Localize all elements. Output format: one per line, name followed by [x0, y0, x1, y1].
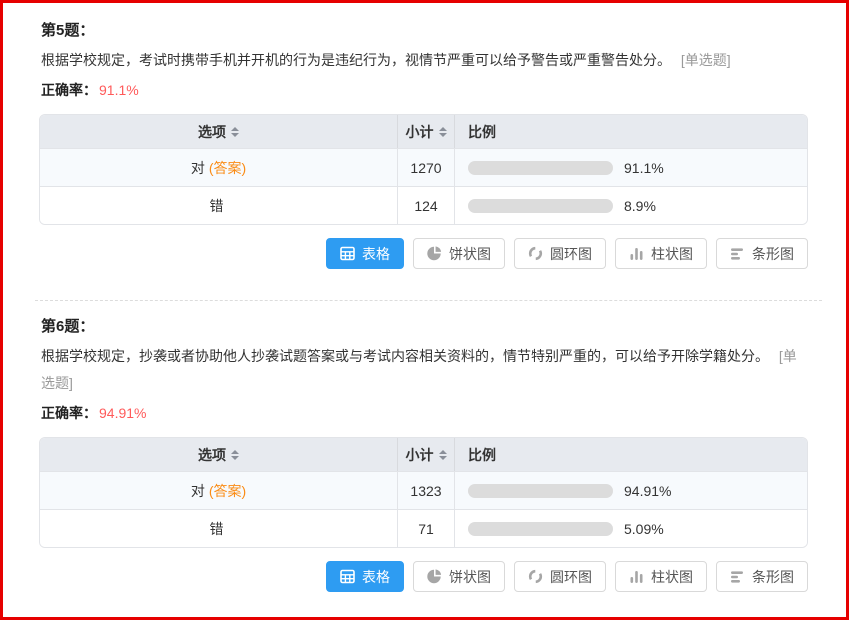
option-cell: 对 (答案): [40, 149, 397, 186]
results-table: 选项 小计 比例 对 (答案) 1323: [39, 437, 808, 548]
sort-icon[interactable]: [231, 450, 239, 460]
table-view-button[interactable]: 表格: [326, 561, 404, 592]
table-header-row: 选项 小计 比例: [40, 438, 807, 471]
ring-chart-button[interactable]: 圆环图: [514, 561, 606, 592]
table-header-row: 选项 小计 比例: [40, 115, 807, 148]
ratio-bar-track: [468, 484, 613, 498]
ratio-cell: 8.9%: [454, 187, 807, 224]
table-view-button[interactable]: 表格: [326, 238, 404, 269]
pie-chart-button[interactable]: 饼状图: [413, 561, 505, 592]
table-icon: [340, 246, 355, 261]
bar-chart-button[interactable]: 条形图: [716, 561, 808, 592]
ratio-bar-track: [468, 161, 613, 175]
ratio-bar-track: [468, 199, 613, 213]
column-chart-button[interactable]: 柱状图: [615, 561, 707, 592]
ring-chart-icon: [528, 569, 543, 584]
ratio-cell: 91.1%: [454, 149, 807, 186]
table-row: 错 124 8.9%: [40, 186, 807, 224]
column-chart-button[interactable]: 柱状图: [615, 238, 707, 269]
chart-type-toolbar: 表格 饼状图 圆环图 柱状图 条形图: [39, 561, 808, 592]
column-chart-icon: [629, 569, 644, 584]
ratio-cell: 5.09%: [454, 510, 807, 547]
results-table: 选项 小计 比例 对 (答案) 1270: [39, 114, 808, 225]
count-cell: 1270: [397, 149, 454, 186]
column-header-option[interactable]: 选项: [40, 438, 397, 471]
survey-results-panel: 第5题： 根据学校规定，考试时携带手机并开机的行为是违纪行为，视情节严重可以给予…: [0, 0, 849, 620]
column-header-option[interactable]: 选项: [40, 115, 397, 148]
pie-chart-button[interactable]: 饼状图: [413, 238, 505, 269]
sort-icon[interactable]: [439, 127, 447, 137]
option-cell: 错: [40, 510, 397, 547]
ratio-percent: 91.1%: [624, 160, 664, 176]
chart-type-toolbar: 表格 饼状图 圆环图 柱状图 条形图: [39, 238, 808, 269]
correct-rate: 正确率：91.1%: [41, 80, 808, 100]
column-header-count[interactable]: 小计: [397, 115, 454, 148]
question-text-body: 根据学校规定，抄袭或者协助他人抄袭试题答案或与考试内容相关资料的，情节特别严重的…: [41, 348, 769, 364]
sort-icon[interactable]: [439, 450, 447, 460]
answer-tag: (答案): [209, 481, 246, 501]
question-type-tag: [单选题]: [681, 52, 731, 68]
section-divider: [35, 300, 822, 301]
count-cell: 1323: [397, 472, 454, 509]
correct-rate-label: 正确率：: [41, 82, 97, 98]
question-text: 根据学校规定，抄袭或者协助他人抄袭试题答案或与考试内容相关资料的，情节特别严重的…: [41, 343, 797, 397]
option-cell: 对 (答案): [40, 472, 397, 509]
table-row: 对 (答案) 1270 91.1%: [40, 148, 807, 186]
bar-chart-icon: [730, 246, 745, 261]
column-header-count[interactable]: 小计: [397, 438, 454, 471]
ratio-percent: 94.91%: [624, 483, 671, 499]
ratio-cell: 94.91%: [454, 472, 807, 509]
correct-rate: 正确率：94.91%: [41, 403, 808, 423]
table-icon: [340, 569, 355, 584]
ratio-bar-track: [468, 522, 613, 536]
pie-chart-icon: [427, 246, 442, 261]
correct-rate-label: 正确率：: [41, 405, 97, 421]
ring-chart-button[interactable]: 圆环图: [514, 238, 606, 269]
question-section-5: 第5题： 根据学校规定，考试时携带手机并开机的行为是违纪行为，视情节严重可以给予…: [41, 19, 808, 269]
question-number: 第5题：: [41, 19, 808, 40]
sort-icon[interactable]: [231, 127, 239, 137]
content-area: 第5题： 根据学校规定，考试时携带手机并开机的行为是违纪行为，视情节严重可以给予…: [3, 3, 846, 592]
question-text-body: 根据学校规定，考试时携带手机并开机的行为是违纪行为，视情节严重可以给予警告或严重…: [41, 52, 671, 68]
table-row: 对 (答案) 1323 94.91%: [40, 471, 807, 509]
question-text: 根据学校规定，考试时携带手机并开机的行为是违纪行为，视情节严重可以给予警告或严重…: [41, 47, 797, 74]
column-header-ratio: 比例: [454, 115, 807, 148]
bar-chart-button[interactable]: 条形图: [716, 238, 808, 269]
column-chart-icon: [629, 246, 644, 261]
ratio-percent: 5.09%: [624, 521, 664, 537]
correct-rate-value: 91.1%: [99, 82, 139, 98]
ring-chart-icon: [528, 246, 543, 261]
answer-tag: (答案): [209, 158, 246, 178]
column-header-ratio: 比例: [454, 438, 807, 471]
pie-chart-icon: [427, 569, 442, 584]
correct-rate-value: 94.91%: [99, 405, 146, 421]
table-row: 错 71 5.09%: [40, 509, 807, 547]
option-cell: 错: [40, 187, 397, 224]
question-number: 第6题：: [41, 315, 808, 336]
ratio-percent: 8.9%: [624, 198, 656, 214]
count-cell: 71: [397, 510, 454, 547]
count-cell: 124: [397, 187, 454, 224]
bar-chart-icon: [730, 569, 745, 584]
question-section-6: 第6题： 根据学校规定，抄袭或者协助他人抄袭试题答案或与考试内容相关资料的，情节…: [41, 315, 808, 592]
